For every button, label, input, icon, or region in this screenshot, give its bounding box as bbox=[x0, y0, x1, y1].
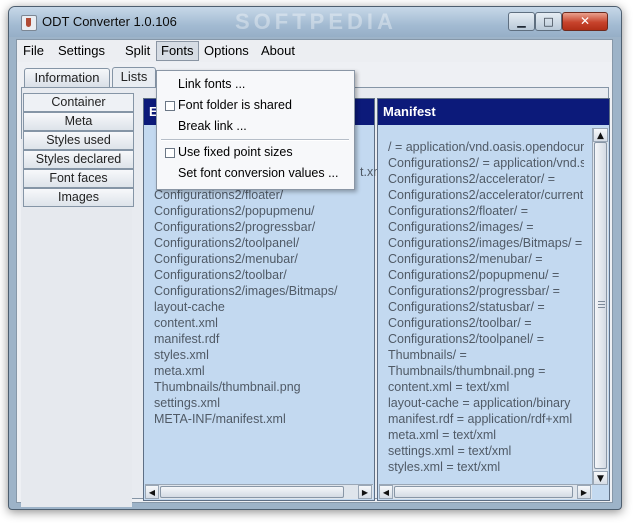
list-item[interactable]: Configurations2/progressbar/ = bbox=[388, 283, 584, 299]
list-item[interactable]: meta.xml = text/xml bbox=[388, 427, 584, 443]
list-item[interactable]: Configurations2/images/ = bbox=[388, 219, 584, 235]
list-item[interactable]: layout-cache = application/binary bbox=[388, 395, 584, 411]
checkbox-icon[interactable] bbox=[165, 101, 175, 111]
list-item[interactable]: manifest.rdf = application/rdf+xml bbox=[388, 411, 584, 427]
menu-item-label: Font folder is shared bbox=[178, 98, 292, 112]
left-horizontal-scrollbar[interactable]: ◀ ▶ bbox=[145, 484, 373, 499]
vertical-scroll-thumb[interactable] bbox=[594, 142, 607, 469]
close-icon: ✕ bbox=[579, 14, 591, 28]
list-item[interactable]: settings.xml bbox=[154, 395, 370, 411]
minimize-icon: ▁ bbox=[517, 15, 526, 28]
list-item[interactable]: manifest.rdf bbox=[154, 331, 370, 347]
title-bar[interactable]: ODT Converter 1.0.106 SOFTPEDIA ▁ □ ✕ bbox=[9, 7, 621, 37]
scroll-left-arrow-icon[interactable]: ◀ bbox=[145, 485, 159, 499]
list-item[interactable]: Configurations2/ = application/vnd.su bbox=[388, 155, 584, 171]
side-tab-container[interactable]: Container bbox=[23, 93, 134, 112]
thumb-grip bbox=[598, 304, 605, 305]
list-item[interactable]: Configurations2/progressbar/ bbox=[154, 219, 370, 235]
list-item[interactable]: Thumbnails/thumbnail.png bbox=[154, 379, 370, 395]
manifest-panel: Manifest / = application/vnd.oasis.opend… bbox=[377, 98, 610, 501]
list-item[interactable]: Configurations2/popupmenu/ = bbox=[388, 267, 584, 283]
menu-bar: File Settings Split Fonts Options About bbox=[17, 40, 612, 62]
menu-item-label: Set font conversion values ... bbox=[178, 166, 339, 180]
list-item[interactable]: Configurations2/toolpanel/ bbox=[154, 235, 370, 251]
minimize-button[interactable]: ▁ bbox=[508, 12, 535, 31]
side-tab-styles-used[interactable]: Styles used bbox=[23, 131, 134, 150]
list-item[interactable]: Configurations2/images/Bitmaps/ = bbox=[388, 235, 584, 251]
tab-information[interactable]: Information bbox=[24, 68, 110, 87]
tab-lists[interactable]: Lists bbox=[112, 67, 156, 88]
side-tab-images[interactable]: Images bbox=[23, 188, 134, 207]
menu-fonts[interactable]: Fonts bbox=[156, 41, 199, 61]
scroll-left-arrow-icon[interactable]: ◀ bbox=[379, 485, 393, 499]
list-item[interactable]: Thumbnails/thumbnail.png = bbox=[388, 363, 584, 379]
side-tab-meta[interactable]: Meta bbox=[23, 112, 134, 131]
checkbox-icon[interactable] bbox=[165, 148, 175, 158]
side-tab-font-faces[interactable]: Font faces bbox=[23, 169, 134, 188]
right-vertical-scrollbar[interactable]: ▲ ▼ bbox=[592, 128, 608, 485]
manifest-panel-header: Manifest bbox=[378, 99, 609, 125]
list-item[interactable]: settings.xml = text/xml bbox=[388, 443, 584, 459]
close-button[interactable]: ✕ bbox=[562, 12, 608, 31]
list-item[interactable]: Configurations2/images/Bitmaps/ bbox=[154, 283, 370, 299]
list-item[interactable]: Configurations2/toolpanel/ = bbox=[388, 331, 584, 347]
maximize-button[interactable]: □ bbox=[535, 12, 562, 31]
list-item[interactable]: Configurations2/floater/ = bbox=[388, 203, 584, 219]
list-item[interactable]: layout-cache bbox=[154, 299, 370, 315]
list-item[interactable]: Configurations2/popupmenu/ bbox=[154, 203, 370, 219]
menu-item-label: Break link ... bbox=[178, 119, 247, 133]
list-item[interactable]: styles.xml bbox=[154, 347, 370, 363]
softpedia-watermark: SOFTPEDIA bbox=[235, 9, 397, 34]
menu-separator bbox=[161, 139, 349, 141]
menu-item-font-conversion-values[interactable]: Set font conversion values ... bbox=[158, 163, 353, 183]
list-item[interactable]: Configurations2/toolbar/ bbox=[154, 267, 370, 283]
list-item[interactable]: content.xml = text/xml bbox=[388, 379, 584, 395]
list-item[interactable]: Configurations2/menubar/ bbox=[154, 251, 370, 267]
java-cup-icon bbox=[21, 15, 37, 31]
list-item[interactable]: meta.xml bbox=[154, 363, 370, 379]
side-tab-styles-declared[interactable]: Styles declared bbox=[23, 150, 134, 169]
list-item[interactable]: Thumbnails/ = bbox=[388, 347, 584, 363]
thumb-grip bbox=[598, 301, 605, 302]
menu-settings[interactable]: Settings bbox=[54, 42, 109, 60]
list-item[interactable]: Configurations2/accelerator/current bbox=[388, 187, 584, 203]
menu-item-fixed-point-sizes[interactable]: Use fixed point sizes bbox=[158, 142, 353, 162]
maximize-icon: □ bbox=[543, 15, 554, 28]
manifest-entry-list[interactable]: / = application/vnd.oasis.opendocum Confi… bbox=[388, 139, 584, 475]
menu-about[interactable]: About bbox=[257, 42, 299, 60]
list-item[interactable]: Configurations2/accelerator/ = bbox=[388, 171, 584, 187]
menu-item-label: Use fixed point sizes bbox=[178, 145, 293, 159]
container-file-list[interactable]: Configurations2/floater/Configurations2/… bbox=[154, 187, 370, 427]
right-horizontal-scrollbar[interactable]: ◀ ▶ bbox=[379, 484, 592, 499]
app-window: ODT Converter 1.0.106 SOFTPEDIA ▁ □ ✕ Fi… bbox=[8, 6, 622, 510]
list-item[interactable]: content.xml bbox=[154, 315, 370, 331]
scroll-up-arrow-icon[interactable]: ▲ bbox=[593, 128, 608, 142]
list-item[interactable]: styles.xml = text/xml bbox=[388, 459, 584, 475]
list-item[interactable]: / = application/vnd.oasis.opendocum bbox=[388, 139, 584, 155]
scroll-right-arrow-icon[interactable]: ▶ bbox=[577, 485, 591, 499]
scroll-down-arrow-icon[interactable]: ▼ bbox=[593, 471, 608, 485]
scroll-right-arrow-icon[interactable]: ▶ bbox=[358, 485, 372, 499]
list-item[interactable]: Configurations2/menubar/ = bbox=[388, 251, 584, 267]
menu-item-link-fonts[interactable]: Link fonts ... bbox=[158, 74, 353, 94]
menu-file[interactable]: File bbox=[19, 42, 48, 60]
menu-item-label: Link fonts ... bbox=[178, 77, 246, 91]
fonts-menu-dropdown: Link fonts ... Font folder is shared Bre… bbox=[156, 70, 355, 190]
horizontal-scroll-thumb[interactable] bbox=[160, 486, 344, 498]
list-item[interactable]: Configurations2/statusbar/ = bbox=[388, 299, 584, 315]
menu-split[interactable]: Split bbox=[121, 42, 154, 60]
menu-item-font-folder-shared[interactable]: Font folder is shared bbox=[158, 95, 353, 115]
menu-item-break-link[interactable]: Break link ... bbox=[158, 116, 353, 136]
window-title: ODT Converter 1.0.106 bbox=[42, 14, 177, 29]
list-item[interactable]: Configurations2/toolbar/ = bbox=[388, 315, 584, 331]
menu-options[interactable]: Options bbox=[200, 42, 253, 60]
horizontal-scroll-thumb[interactable] bbox=[394, 486, 573, 498]
thumb-grip bbox=[598, 307, 605, 308]
list-item[interactable]: META-INF/manifest.xml bbox=[154, 411, 370, 427]
